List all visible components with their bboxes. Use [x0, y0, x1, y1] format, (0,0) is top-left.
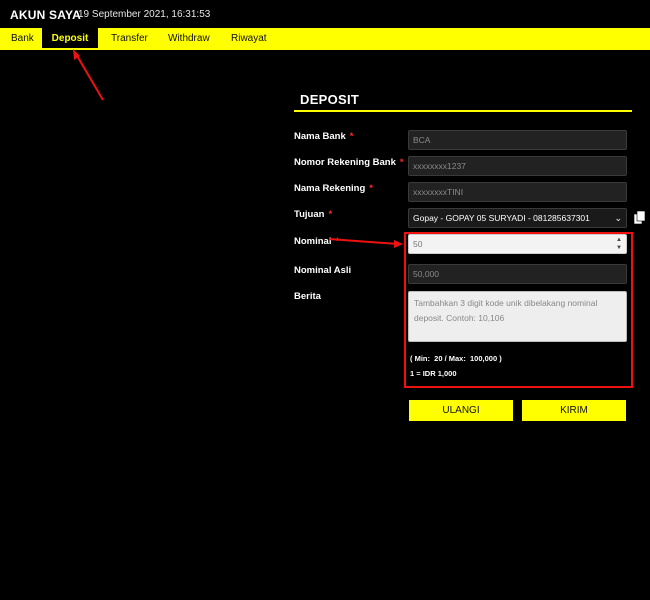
submit-button[interactable]: KIRIM [522, 400, 626, 421]
top-bar: AKUN SAYA 19 September 2021, 16:31:53 [0, 0, 650, 28]
title-divider [294, 110, 632, 112]
label-nama-bank: Nama Bank * [294, 131, 354, 142]
nomor-rekening-field[interactable]: xxxxxxxx1237 [408, 156, 627, 176]
label-tujuan: Tujuan * [294, 209, 333, 220]
reset-button[interactable]: ULANGI [409, 400, 513, 421]
tab-transfer[interactable]: Transfer [111, 28, 148, 50]
required-mark: * [328, 209, 333, 220]
tab-withdraw[interactable]: Withdraw [168, 28, 210, 50]
required-mark: * [399, 157, 404, 168]
arrow-to-deposit-tab [75, 53, 104, 101]
chevron-down-icon: ⌄ [614, 213, 622, 223]
tab-deposit[interactable]: Deposit [42, 28, 98, 50]
label-nomor-rekening-bank: Nomor Rekening Bank * [294, 157, 404, 168]
tab-bank[interactable]: Bank [11, 28, 34, 50]
copy-icon[interactable] [634, 211, 646, 225]
highlight-box [404, 232, 633, 388]
tujuan-select[interactable]: Gopay - GOPAY 05 SURYADI - 081285637301 … [408, 208, 627, 228]
label-nominal-asli: Nominal Asli [294, 265, 352, 276]
required-mark: * [349, 131, 354, 142]
tujuan-selected-value: Gopay - GOPAY 05 SURYADI - 081285637301 [413, 213, 590, 223]
page-title: DEPOSIT [300, 92, 360, 107]
account-title: AKUN SAYA [10, 8, 81, 22]
required-mark: * [335, 236, 340, 247]
current-datetime: 19 September 2021, 16:31:53 [78, 9, 211, 20]
tab-riwayat[interactable]: Riwayat [231, 28, 267, 50]
nav-tabs: Bank Deposit Transfer Withdraw Riwayat [0, 28, 650, 50]
arrow-to-nominal [328, 238, 399, 245]
required-mark: * [369, 183, 373, 194]
label-nominal: Nominal * [294, 236, 340, 247]
nama-rekening-field[interactable]: xxxxxxxxTINI [408, 182, 627, 202]
arrow-to-deposit-tab-head [73, 49, 80, 60]
label-nama-rekening: Nama Rekening * [294, 183, 373, 194]
nama-bank-field[interactable]: BCA [408, 130, 627, 150]
arrow-to-nominal-head [394, 240, 403, 248]
label-berita: Berita [294, 291, 321, 302]
